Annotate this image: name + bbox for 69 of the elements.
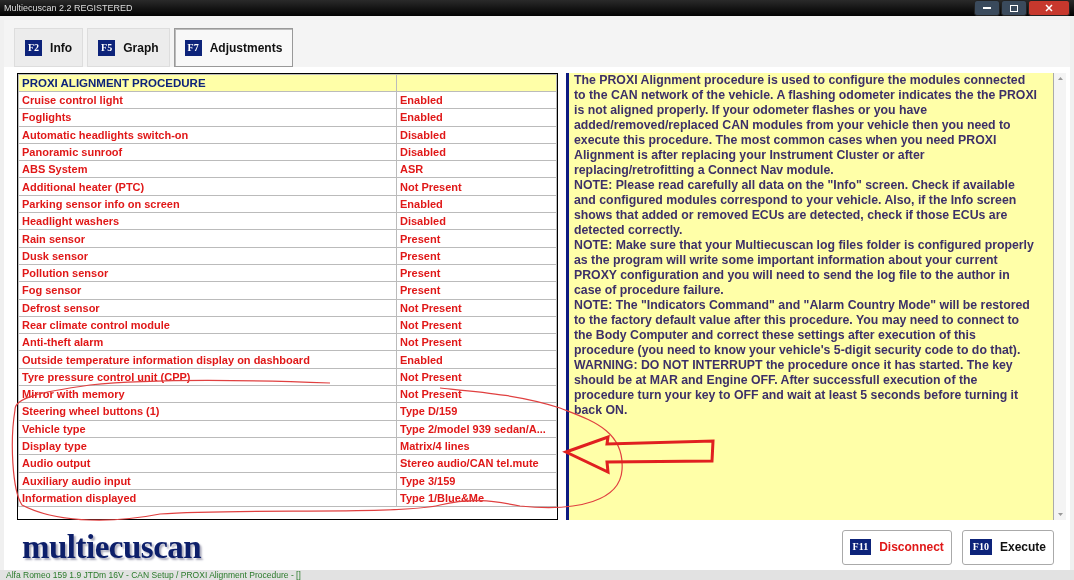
setting-value[interactable]: Not Present bbox=[396, 316, 557, 334]
setting-name: ABS System bbox=[18, 160, 397, 178]
setting-value[interactable]: Enabled bbox=[396, 108, 557, 127]
setting-value[interactable]: Not Present bbox=[396, 368, 557, 386]
setting-value[interactable]: Disabled bbox=[396, 212, 557, 230]
key-badge: F7 bbox=[184, 39, 202, 56]
setting-value[interactable]: Not Present bbox=[396, 333, 557, 351]
minimize-button[interactable] bbox=[974, 0, 1000, 16]
tab[interactable]: F2 Info bbox=[14, 28, 84, 67]
setting-name: Rear climate control module bbox=[18, 316, 397, 334]
help-paragraph: WARNING: DO NOT INTERRUPT the procedure once it has started. The key should be at MAR and Engine OFF. After successfull execution of the procedure turn your key to OFF and wait at least 5 seconds before turning it back ON. bbox=[574, 358, 1020, 418]
setting-value[interactable]: Type 1/Blue&Me bbox=[396, 489, 557, 507]
help-paragraph: NOTE: Make sure that your Multiecuscan log files folder is configured properly as the program will write some important information about your current PROXY configuration and you will need to send the log file to the author in case of procedure failure. bbox=[574, 238, 1035, 298]
setting-value[interactable]: Present bbox=[396, 264, 557, 282]
close-icon bbox=[1045, 4, 1053, 12]
help-paragraph: NOTE: The "Indicators Command" and "Alarm Country Mode" will be restored to the factory default value after this procedure. You may need to connect to the Body Computer and correct these settings after execution of this procedure (you need to know your vehicle's 5-digit security code to do that). bbox=[574, 298, 1031, 358]
setting-value[interactable]: ASR bbox=[396, 160, 557, 178]
key-badge: F2 bbox=[25, 39, 43, 56]
setting-value[interactable]: Not Present bbox=[396, 385, 557, 403]
setting-value[interactable]: Present bbox=[396, 247, 557, 265]
action-button[interactable]: F11 Disconnect bbox=[841, 529, 952, 565]
setting-value[interactable]: Type D/159 bbox=[396, 402, 557, 421]
status-text: Alfa Romeo 159 1.9 JTDm 16V - CAN Setup / PROXI Alignment Procedure - [] bbox=[6, 570, 301, 580]
setting-value[interactable]: Enabled bbox=[396, 195, 557, 213]
setting-name: Audio output bbox=[18, 454, 397, 473]
tab[interactable]: F5 Graph bbox=[87, 28, 170, 67]
setting-name: Dusk sensor bbox=[18, 247, 397, 265]
setting-name: Pollution sensor bbox=[18, 264, 397, 282]
setting-value[interactable]: Enabled bbox=[396, 91, 557, 109]
key-badge: F5 bbox=[98, 39, 116, 56]
table-title: PROXI ALIGNMENT PROCEDURE bbox=[18, 74, 397, 92]
setting-name: Parking sensor info on screen bbox=[18, 195, 397, 213]
action-button[interactable]: F10 Execute bbox=[961, 529, 1054, 565]
setting-name: Cruise control light bbox=[18, 91, 397, 109]
tab[interactable]: F7 Adjustments bbox=[173, 28, 294, 67]
setting-value[interactable]: Present bbox=[396, 229, 557, 248]
setting-value[interactable]: Not Present bbox=[396, 178, 557, 196]
setting-value[interactable]: Present bbox=[396, 281, 557, 300]
minimize-icon bbox=[983, 6, 991, 10]
setting-value[interactable]: Stereo audio/CAN tel.mute bbox=[396, 454, 557, 473]
setting-name: Headlight washers bbox=[18, 212, 397, 230]
setting-name: Anti-theft alarm bbox=[18, 333, 397, 351]
maximize-button[interactable] bbox=[1001, 0, 1027, 16]
setting-name: Fog sensor bbox=[18, 281, 397, 300]
setting-value[interactable]: Disabled bbox=[396, 126, 557, 144]
setting-name: Display type bbox=[18, 437, 397, 455]
window-title: Multiecuscan 2.2 REGISTERED bbox=[4, 3, 133, 13]
setting-value[interactable]: Matrix/4 lines bbox=[396, 437, 557, 455]
setting-value[interactable]: Type 3/159 bbox=[396, 472, 557, 490]
help-paragraph: The PROXI Alignment procedure is used to configure the modules connected to the CAN network of the vehicle. A flashing odometer indicates the the PROXI is not aligned properly. If your odometer flashes or you have added/removed/replaced CAN modules from your vehicle then you need to execute this procedure. The most common cases when you need PROXI Alignment is after replacing your Instrument Cluster or after replacing/retrofitting a Connect Nav module. bbox=[574, 73, 1039, 178]
setting-value[interactable]: Not Present bbox=[396, 299, 557, 317]
setting-value[interactable]: Enabled bbox=[396, 350, 557, 369]
app-logo: multiecuscan bbox=[22, 528, 202, 566]
maximize-icon bbox=[1010, 4, 1018, 12]
setting-name: Outside temperature information display on dashboard bbox=[18, 350, 397, 369]
close-button[interactable] bbox=[1028, 0, 1070, 16]
setting-name: Vehicle type bbox=[18, 420, 397, 438]
setting-name: Foglights bbox=[18, 108, 397, 127]
setting-name: Panoramic sunroof bbox=[18, 143, 397, 161]
setting-name: Information displayed bbox=[18, 489, 397, 507]
setting-name: Defrost sensor bbox=[18, 299, 397, 317]
setting-value[interactable]: Disabled bbox=[396, 143, 557, 161]
setting-name: Steering wheel buttons (1) bbox=[18, 402, 397, 421]
setting-name: Auxiliary audio input bbox=[18, 472, 397, 490]
setting-name: Rain sensor bbox=[18, 229, 397, 248]
setting-value[interactable]: Type 2/model 939 sedan/A... bbox=[396, 420, 557, 438]
setting-name: Additional heater (PTC) bbox=[18, 178, 397, 196]
help-paragraph: NOTE: Please read carefully all data on the "Info" screen. Check if available and configured modules correspond to your vehicle. Also, if the Info screen shows that added or removed ECUs are detected, check if those ECUs are detected correctly. bbox=[574, 178, 1018, 238]
setting-name: Automatic headlights switch-on bbox=[18, 126, 397, 144]
